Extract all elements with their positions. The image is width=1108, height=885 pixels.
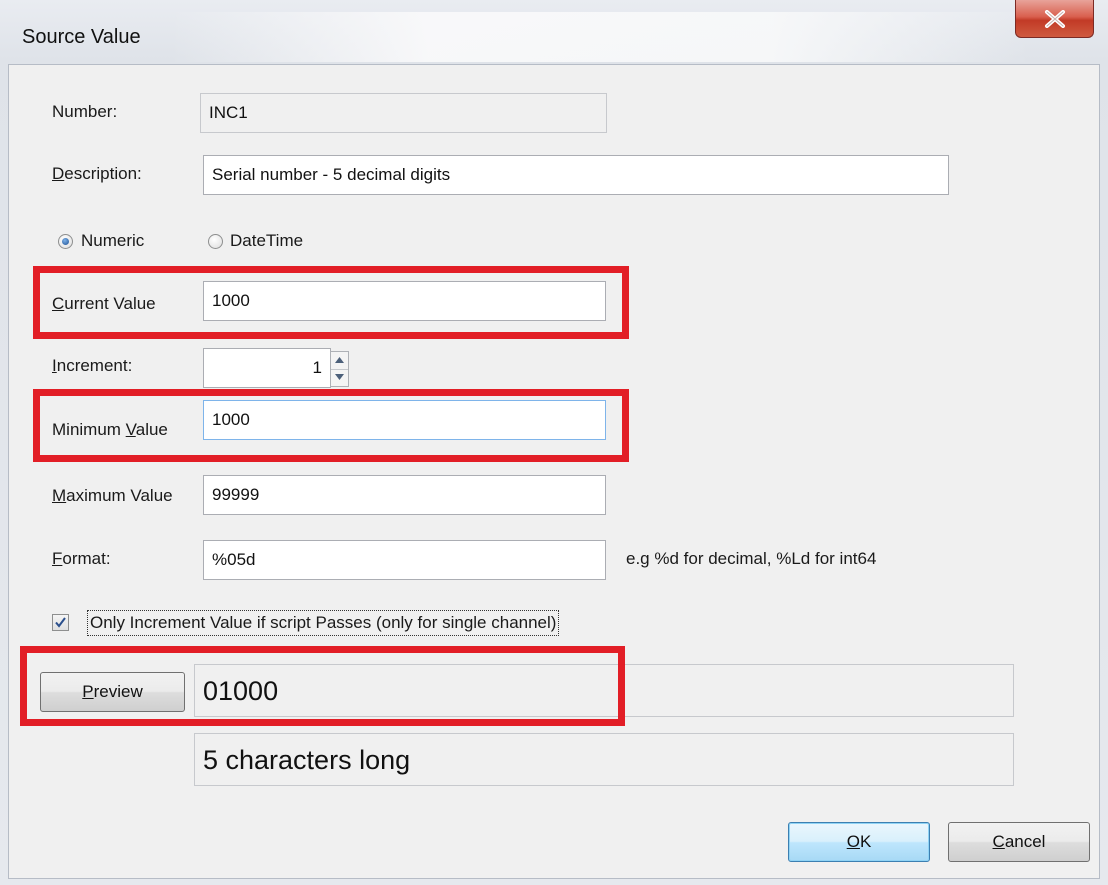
numeric-radio-label: Numeric bbox=[81, 231, 145, 250]
numeric-radio[interactable] bbox=[58, 234, 73, 249]
maximum-value-label: Maximum Value bbox=[52, 486, 173, 505]
minimum-value-label: Minimum Value bbox=[52, 420, 168, 439]
increment-label: Increment: bbox=[52, 356, 133, 375]
only-increment-checkbox[interactable] bbox=[52, 614, 69, 631]
arrow-up-icon bbox=[335, 357, 344, 363]
increment-spinner[interactable] bbox=[330, 351, 349, 387]
minimum-value-input[interactable]: 1000 bbox=[203, 400, 606, 440]
close-button[interactable] bbox=[1015, 0, 1094, 38]
format-input[interactable]: %05d bbox=[203, 540, 606, 580]
spin-up-button[interactable] bbox=[331, 352, 348, 370]
cancel-button[interactable]: Cancel bbox=[948, 822, 1090, 862]
format-hint: e.g %d for decimal, %Ld for int64 bbox=[626, 549, 877, 568]
number-field: INC1 bbox=[200, 93, 607, 133]
spin-down-button[interactable] bbox=[331, 369, 348, 386]
datetime-radio-label: DateTime bbox=[230, 231, 304, 250]
checkmark-icon bbox=[55, 617, 66, 628]
current-value-input[interactable]: 1000 bbox=[203, 281, 606, 321]
current-value-label: Current Value bbox=[52, 294, 156, 313]
format-label: Format: bbox=[52, 549, 111, 568]
ok-button[interactable]: OK bbox=[788, 822, 930, 862]
window-title: Source Value bbox=[22, 26, 141, 48]
preview-length: 5 characters long bbox=[194, 733, 1014, 786]
only-increment-label[interactable]: Only Increment Value if script Passes (o… bbox=[87, 610, 560, 636]
number-label: Number: bbox=[52, 102, 118, 121]
preview-button[interactable]: Preview bbox=[40, 672, 185, 712]
preview-result: 01000 bbox=[194, 664, 1014, 717]
close-icon bbox=[1045, 10, 1065, 28]
datetime-radio[interactable] bbox=[208, 234, 223, 249]
maximum-value-input[interactable]: 99999 bbox=[203, 475, 606, 515]
description-input[interactable]: Serial number - 5 decimal digits bbox=[203, 155, 949, 195]
increment-input[interactable]: 1 bbox=[203, 348, 331, 388]
arrow-down-icon bbox=[335, 374, 344, 380]
description-label: Description: bbox=[52, 164, 142, 183]
titlebar-glass bbox=[170, 12, 1030, 62]
